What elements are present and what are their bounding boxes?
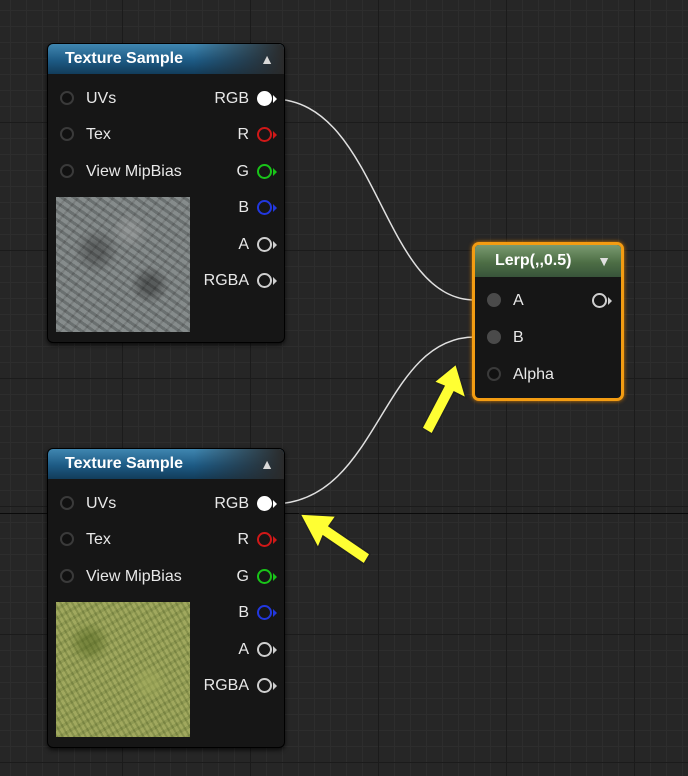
arrow-pointer-icon: [298, 513, 372, 566]
input-pin-view-mipbias[interactable]: View MipBias: [60, 160, 182, 184]
pin-label: A: [513, 292, 524, 309]
input-pin-tex[interactable]: Tex: [60, 123, 111, 147]
node-header[interactable]: Texture Sample ▲: [48, 449, 284, 479]
pin-icon[interactable]: [257, 642, 277, 658]
texture-thumbnail-rock: [56, 197, 190, 332]
wire-rgb1-to-lerp-a[interactable]: [271, 98, 476, 301]
pin-label: B: [238, 604, 249, 621]
node-header[interactable]: Lerp(,,0.5) ▼: [475, 245, 621, 277]
node-header[interactable]: Texture Sample ▲: [48, 44, 284, 74]
pin-label: G: [236, 568, 249, 585]
input-pin-uvs[interactable]: UVs: [60, 87, 116, 111]
output-pin-a[interactable]: A: [238, 638, 277, 662]
pin-label: Tex: [86, 126, 111, 143]
pin-icon[interactable]: [257, 237, 277, 253]
pin-label: RGB: [214, 495, 249, 512]
node-title: Lerp(,,0.5): [495, 252, 572, 269]
pin-label: B: [513, 329, 524, 346]
pin-icon[interactable]: [487, 330, 501, 345]
output-pin-r[interactable]: R: [237, 528, 277, 552]
lerp-node[interactable]: Lerp(,,0.5) ▼ A B Alpha: [472, 242, 624, 401]
texture-sample-node-2[interactable]: Texture Sample ▲ UVs Tex View MipBias RG…: [47, 448, 285, 748]
pin-icon[interactable]: [592, 293, 612, 308]
pin-icon[interactable]: [60, 91, 74, 106]
pin-icon[interactable]: [257, 605, 277, 621]
pin-label: Alpha: [513, 366, 554, 383]
output-pin-result[interactable]: [592, 289, 612, 313]
texture-thumbnail-grass: [56, 602, 190, 737]
pin-label: RGB: [214, 90, 249, 107]
pin-icon[interactable]: [257, 496, 277, 512]
output-pin-a[interactable]: A: [238, 233, 277, 257]
pin-icon[interactable]: [487, 367, 501, 382]
collapse-up-icon[interactable]: ▲: [260, 449, 274, 479]
pin-icon[interactable]: [60, 496, 74, 511]
pin-label: Tex: [86, 531, 111, 548]
arrow-pointer-icon: [421, 362, 468, 436]
pin-icon[interactable]: [257, 164, 277, 180]
pin-icon[interactable]: [257, 127, 277, 143]
pin-icon[interactable]: [257, 678, 277, 694]
output-pin-g[interactable]: G: [236, 565, 277, 589]
input-pin-tex[interactable]: Tex: [60, 528, 111, 552]
output-pin-rgba[interactable]: RGBA: [203, 269, 277, 293]
pin-icon[interactable]: [487, 293, 501, 308]
pin-label: UVs: [86, 90, 117, 107]
output-pin-rgb[interactable]: RGB: [214, 492, 277, 516]
pin-label: R: [237, 531, 249, 548]
output-pin-r[interactable]: R: [237, 123, 277, 147]
pin-label: A: [238, 236, 249, 253]
texture-sample-node-1[interactable]: Texture Sample ▲ UVs Tex View MipBias RG…: [47, 43, 285, 343]
collapse-down-icon[interactable]: ▼: [597, 245, 611, 277]
pin-label: RGBA: [203, 677, 249, 694]
pin-icon[interactable]: [60, 127, 74, 142]
pin-label: G: [236, 163, 249, 180]
output-pin-b[interactable]: B: [238, 601, 277, 625]
pin-icon[interactable]: [257, 91, 277, 107]
pin-icon[interactable]: [60, 164, 74, 179]
input-pin-view-mipbias[interactable]: View MipBias: [60, 565, 182, 589]
pin-label: View MipBias: [86, 568, 182, 585]
output-pin-b[interactable]: B: [238, 196, 277, 220]
pin-label: R: [237, 126, 249, 143]
pin-label: B: [238, 199, 249, 216]
pin-icon[interactable]: [257, 569, 277, 585]
input-pin-b[interactable]: B: [487, 326, 524, 350]
pin-icon[interactable]: [60, 532, 74, 547]
pin-icon[interactable]: [257, 200, 277, 216]
collapse-up-icon[interactable]: ▲: [260, 44, 274, 74]
pin-label: View MipBias: [86, 163, 182, 180]
pin-label: UVs: [86, 495, 117, 512]
output-pin-g[interactable]: G: [236, 160, 277, 184]
input-pin-alpha[interactable]: Alpha: [487, 363, 554, 387]
pin-icon[interactable]: [257, 532, 277, 548]
output-pin-rgb[interactable]: RGB: [214, 87, 277, 111]
node-title: Texture Sample: [65, 50, 183, 67]
input-pin-a[interactable]: A: [487, 289, 524, 313]
node-title: Texture Sample: [65, 455, 183, 472]
pin-label: A: [238, 641, 249, 658]
pin-icon[interactable]: [257, 273, 277, 289]
pin-label: RGBA: [203, 272, 249, 289]
input-pin-uvs[interactable]: UVs: [60, 492, 116, 516]
output-pin-rgba[interactable]: RGBA: [203, 674, 277, 698]
pin-icon[interactable]: [60, 569, 74, 584]
